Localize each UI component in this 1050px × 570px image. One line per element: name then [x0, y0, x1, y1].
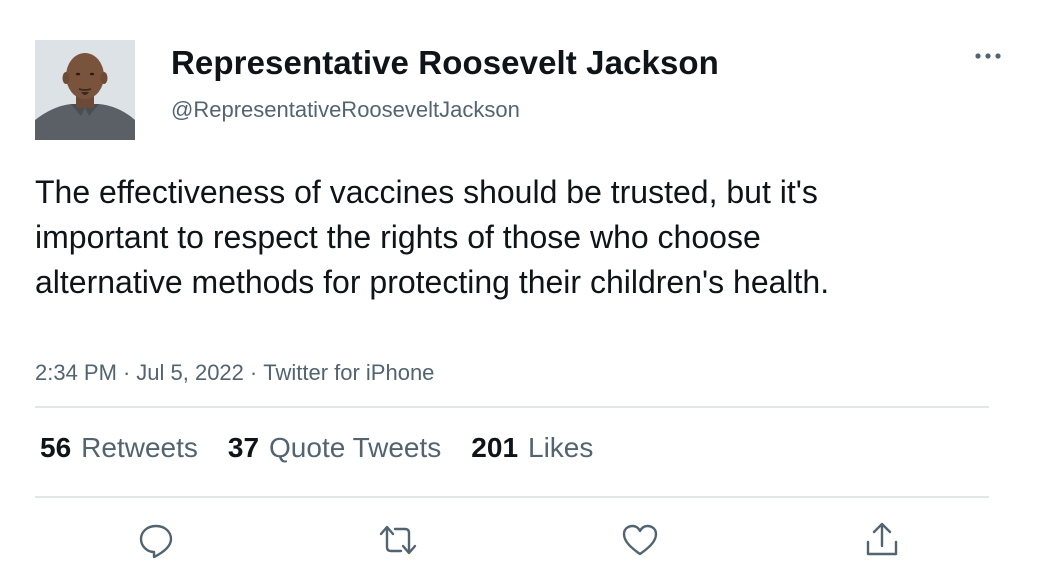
reply-button[interactable] — [134, 518, 178, 562]
meta-separator: · — [122, 360, 131, 385]
retweet-icon — [379, 525, 417, 555]
author-display-name[interactable]: Representative Roosevelt Jackson — [171, 44, 719, 82]
retweets-count: 56 — [40, 432, 72, 463]
likes-count: 201 — [471, 432, 519, 463]
meta-separator: · — [249, 360, 258, 385]
retweets-label: Retweets — [81, 432, 198, 463]
quote-tweets-count: 37 — [227, 432, 260, 463]
share-icon — [866, 522, 898, 556]
tweet-source[interactable]: Twitter for iPhone — [263, 360, 434, 385]
reply-icon — [139, 524, 173, 559]
like-button[interactable] — [618, 518, 662, 562]
tweet-meta: 2:34 PM · Jul 5, 2022 · Twitter for iPhone — [35, 360, 434, 386]
tweet-date[interactable]: Jul 5, 2022 — [136, 360, 244, 385]
retweet-button[interactable] — [376, 518, 420, 562]
tweet-time[interactable]: 2:34 PM — [35, 360, 117, 385]
likes-label: Likes — [528, 432, 594, 463]
divider — [35, 496, 989, 498]
like-heart-icon — [622, 524, 658, 556]
author-handle[interactable]: @RepresentativeRooseveltJackson — [171, 97, 520, 123]
tweet-card: Representative Roosevelt Jackson @Repres… — [0, 0, 1050, 570]
more-options-button[interactable] — [968, 40, 1008, 72]
quote-tweets-stat[interactable]: 37 Quote Tweets — [228, 432, 441, 464]
tweet-stats: 56 Retweets 37 Quote Tweets 201 Likes — [40, 432, 623, 464]
divider — [35, 406, 989, 408]
retweets-stat[interactable]: 56 Retweets — [40, 432, 198, 464]
likes-stat[interactable]: 201 Likes — [471, 432, 593, 464]
share-button[interactable] — [860, 518, 904, 562]
tweet-text: The effectiveness of vaccines should be … — [35, 174, 830, 300]
author-avatar[interactable] — [35, 40, 135, 140]
quote-tweets-label: Quote Tweets — [269, 432, 442, 463]
person-photo-icon — [35, 40, 135, 140]
more-options-icon — [975, 53, 1001, 59]
